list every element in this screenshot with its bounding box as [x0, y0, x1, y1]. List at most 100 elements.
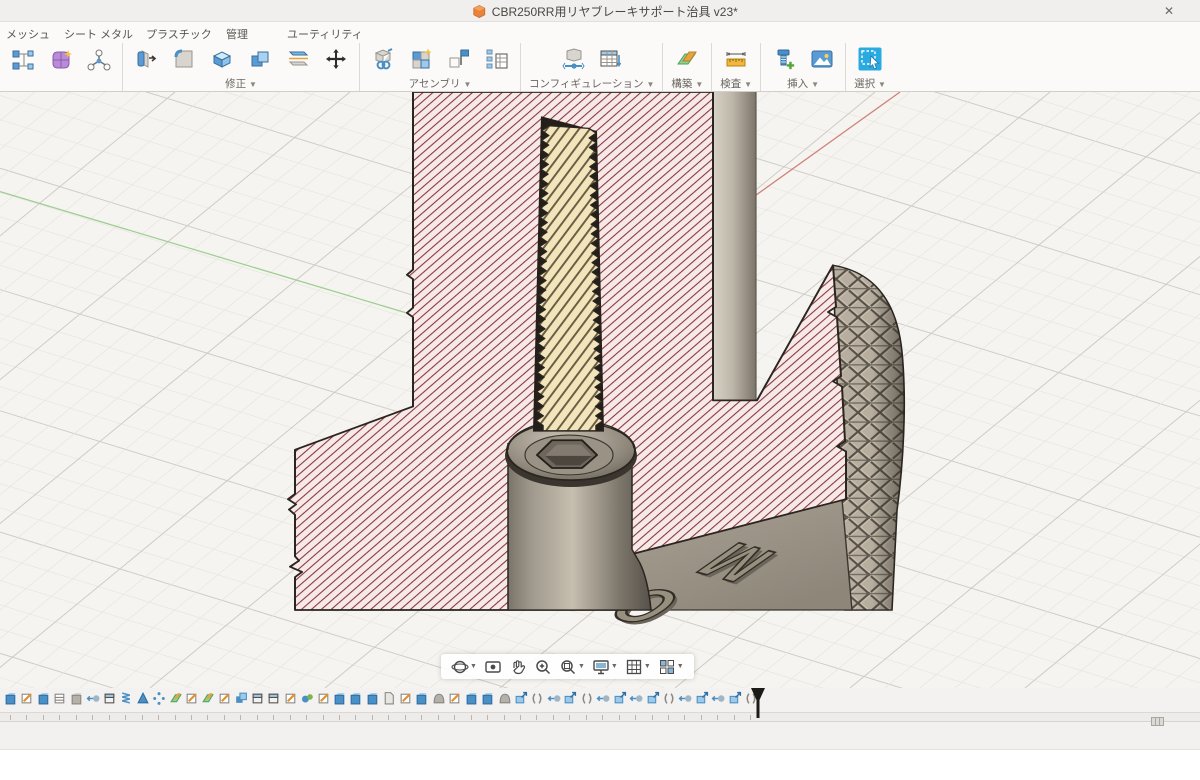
timeline-bar: [0, 688, 1200, 714]
timeline-feature-export-icon[interactable]: [613, 691, 627, 705]
timeline-feature-mirror-icon[interactable]: [662, 691, 676, 705]
timeline-feature-rollback-icon[interactable]: [547, 691, 561, 705]
timeline-feature-sketch-icon[interactable]: [399, 691, 413, 705]
toolbar-group-label[interactable]: コンフィギュレーション ▼: [529, 76, 654, 91]
tab-3[interactable]: プラスチック: [146, 26, 212, 42]
timeline-feature-cube-icon[interactable]: [481, 691, 495, 705]
model-viewport[interactable]: M M O O: [0, 92, 1200, 688]
mesh-create-icon[interactable]: [46, 45, 76, 75]
timeline-feature-rollback-icon[interactable]: [678, 691, 692, 705]
tab-4[interactable]: 管理: [226, 26, 248, 42]
toolbar-group-label[interactable]: 挿入 ▼: [787, 76, 819, 91]
timeline-feature-cube-icon[interactable]: [4, 691, 18, 705]
timeline-feature-export-icon[interactable]: [728, 691, 742, 705]
timeline-feature-spring-icon[interactable]: [119, 691, 133, 705]
document-title: CBR250RR用リヤブレーキサポート治具 v23*: [492, 3, 738, 20]
timeline-feature-sketch-icon[interactable]: [185, 691, 199, 705]
timeline-feature-cube-icon[interactable]: [37, 691, 51, 705]
joint-flag-icon[interactable]: [444, 44, 474, 74]
timeline-feature-sketch-icon[interactable]: [317, 691, 331, 705]
timeline-feature-plane-icon[interactable]: [201, 691, 215, 705]
timeline-feature-balls-icon[interactable]: [300, 691, 314, 705]
viewports-icon[interactable]: ▼: [656, 654, 686, 679]
toolbar-group-label[interactable]: アセンブリ ▼: [409, 76, 472, 91]
timeline-feature-sketch-icon[interactable]: [284, 691, 298, 705]
timeline-feature-rollback-icon[interactable]: [629, 691, 643, 705]
timeline-feature-rollback-icon[interactable]: [711, 691, 725, 705]
insert-bolt-icon[interactable]: [769, 44, 799, 74]
toolbar-group-構築: 構築 ▼: [663, 43, 712, 91]
joint-link-icon[interactable]: [368, 44, 398, 74]
timeline-feature-box-icon[interactable]: [103, 691, 117, 705]
timeline-feature-doc-icon[interactable]: [382, 691, 396, 705]
timeline-feature-pattern-icon[interactable]: [152, 691, 166, 705]
timeline-feature-graycube-icon[interactable]: [70, 691, 84, 705]
config-table-icon[interactable]: [596, 44, 626, 74]
timeline-feature-cube-icon[interactable]: [349, 691, 363, 705]
mesh-nodes-icon[interactable]: [8, 45, 38, 75]
fillet-icon[interactable]: [169, 44, 199, 74]
timeline-feature-mirror-icon[interactable]: [580, 691, 594, 705]
timeline-tick: [257, 715, 258, 720]
timeline-feature-combine-icon[interactable]: [234, 691, 248, 705]
split-icon[interactable]: [283, 44, 313, 74]
insert-image-icon[interactable]: [807, 44, 837, 74]
timeline-options-icon[interactable]: [1151, 713, 1164, 722]
timeline-feature-dome-icon[interactable]: [432, 691, 446, 705]
construct-plane-icon[interactable]: [672, 44, 702, 74]
timeline-feature-mirror-icon[interactable]: [530, 691, 544, 705]
toolbar-group-label[interactable]: 選択 ▼: [854, 76, 886, 91]
toolbar-group-label[interactable]: 構築 ▼: [671, 76, 703, 91]
timeline-feature-export-icon[interactable]: [695, 691, 709, 705]
timeline-feature-export-icon[interactable]: [646, 691, 660, 705]
pan-icon[interactable]: [507, 654, 529, 679]
timeline-feature-sketch-icon[interactable]: [20, 691, 34, 705]
tab-1[interactable]: メッシュ: [6, 26, 50, 42]
timeline-feature-plane-icon[interactable]: [169, 691, 183, 705]
toolbar-group-label[interactable]: 検査 ▼: [720, 76, 752, 91]
fit-icon[interactable]: ▼: [557, 654, 587, 679]
toolbar-group-label[interactable]: 修正 ▼: [225, 76, 257, 91]
timeline-feature-hatch-icon[interactable]: [53, 691, 67, 705]
timeline-feature-sketch-icon[interactable]: [448, 691, 462, 705]
timeline-playhead[interactable]: [750, 688, 766, 721]
timeline-feature-cube-icon[interactable]: [465, 691, 479, 705]
combine-icon[interactable]: [245, 44, 275, 74]
grid-display-icon[interactable]: ▼: [623, 654, 653, 679]
status-strip: [0, 722, 1200, 750]
display-settings-icon[interactable]: ▼: [590, 654, 620, 679]
timeline-tick: [635, 715, 636, 720]
timeline-feature-export-icon[interactable]: [514, 691, 528, 705]
timeline-feature-cube-icon[interactable]: [415, 691, 429, 705]
press-pull-icon[interactable]: [131, 44, 161, 74]
timeline-feature-cube-icon[interactable]: [366, 691, 380, 705]
tab-5[interactable]: ユーティリティ: [287, 26, 363, 42]
measure-icon[interactable]: [721, 44, 751, 74]
timeline-feature-dome-icon[interactable]: [498, 691, 512, 705]
timeline-tick: [92, 715, 93, 720]
timeline-feature-box-icon[interactable]: [267, 691, 281, 705]
timeline-track[interactable]: [0, 712, 1200, 722]
view-navigation-bar: ▼▼▼▼▼: [441, 654, 694, 679]
timeline-feature-cube-icon[interactable]: [333, 691, 347, 705]
look-at-icon[interactable]: [482, 654, 504, 679]
timeline-feature-sketch-icon[interactable]: [218, 691, 232, 705]
timeline-feature-cone-icon[interactable]: [136, 691, 150, 705]
select-icon[interactable]: [855, 44, 885, 74]
config-slider-icon[interactable]: [558, 44, 588, 74]
timeline-tick: [421, 715, 422, 720]
new-component-icon[interactable]: [406, 44, 436, 74]
timeline-tick: [290, 715, 291, 720]
timeline-feature-export-icon[interactable]: [563, 691, 577, 705]
hierarchy-icon[interactable]: [482, 44, 512, 74]
shell-icon[interactable]: [207, 44, 237, 74]
orbit-icon[interactable]: ▼: [449, 654, 479, 679]
close-icon[interactable]: ✕: [1160, 2, 1178, 20]
timeline-feature-rollback-icon[interactable]: [86, 691, 100, 705]
zoom-icon[interactable]: [532, 654, 554, 679]
timeline-feature-box-icon[interactable]: [251, 691, 265, 705]
tab-2[interactable]: シート メタル: [64, 26, 133, 42]
timeline-feature-rollback-icon[interactable]: [596, 691, 610, 705]
mesh-branch-icon[interactable]: [84, 45, 114, 75]
move-icon[interactable]: [321, 44, 351, 74]
